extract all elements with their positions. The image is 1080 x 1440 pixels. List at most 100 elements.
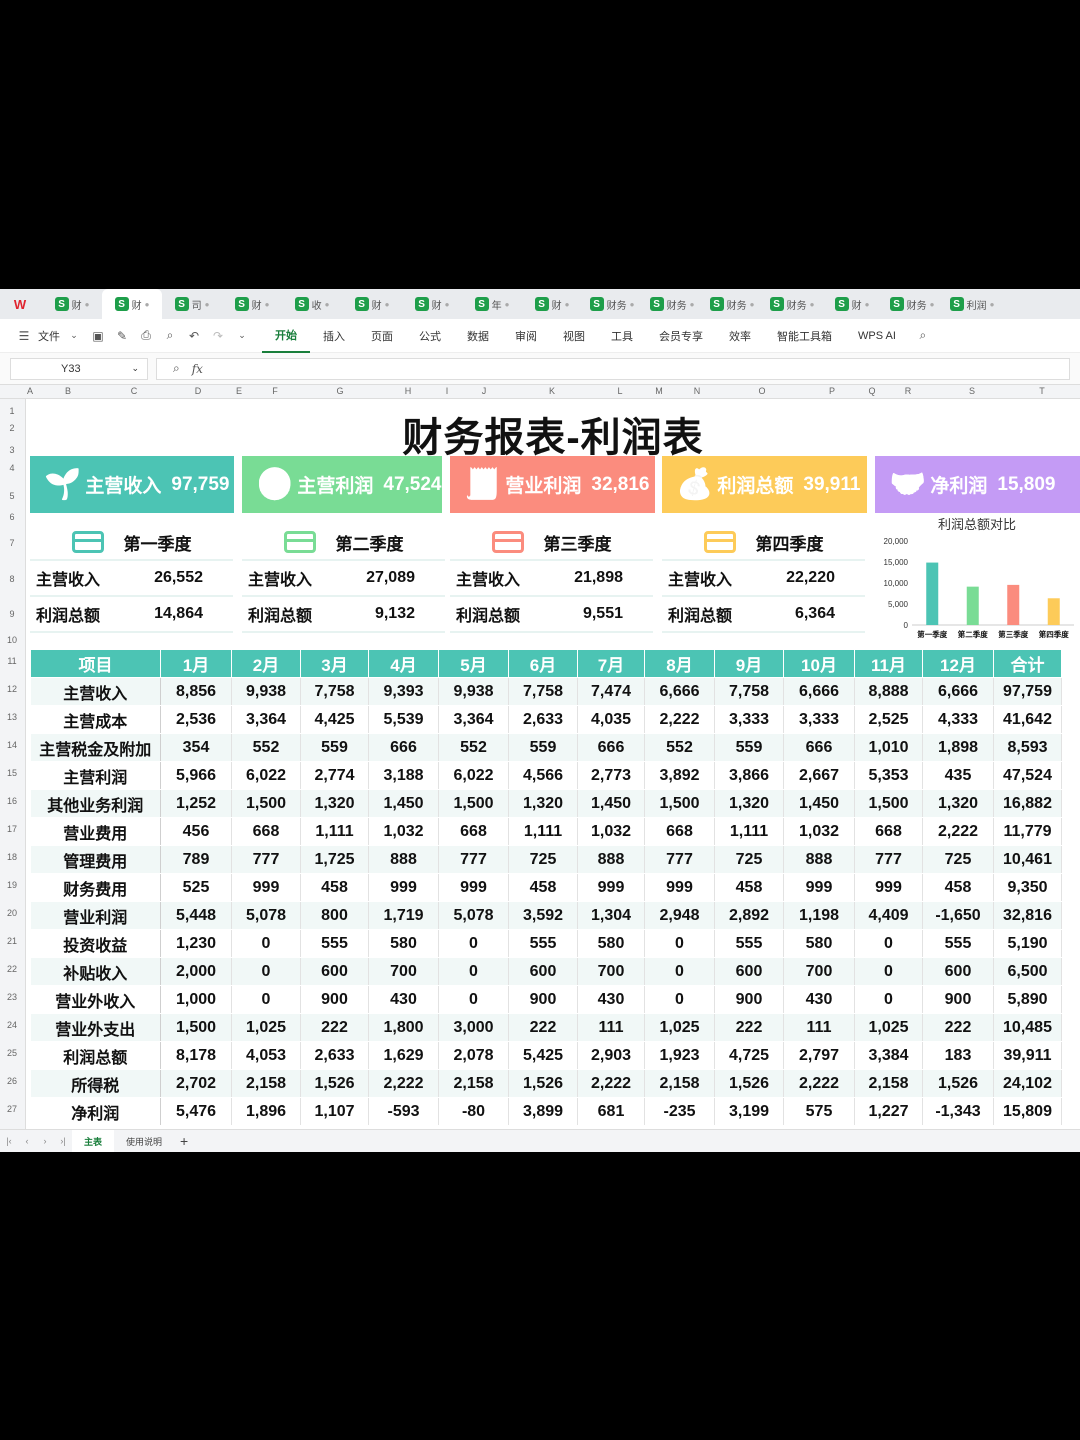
table-cell[interactable]: 1,450 — [577, 789, 645, 818]
next-sheet-icon[interactable]: › — [36, 1136, 54, 1146]
undo-icon[interactable]: ↶ — [184, 329, 204, 343]
table-cell[interactable]: 2,222 — [577, 1069, 645, 1098]
table-cell[interactable]: 435 — [922, 761, 994, 790]
table-cell[interactable]: 725 — [922, 845, 994, 874]
table-cell[interactable]: 2,158 — [854, 1069, 923, 1098]
table-cell[interactable]: 10,461 — [993, 845, 1062, 874]
table-cell[interactable]: 15,809 — [993, 1097, 1062, 1126]
table-cell[interactable]: 888 — [577, 845, 645, 874]
table-cell[interactable]: 559 — [508, 733, 578, 762]
document-tab[interactable]: S 财 ● — [342, 289, 402, 319]
table-cell[interactable]: 725 — [714, 845, 784, 874]
table-cell[interactable]: 97,759 — [993, 677, 1062, 706]
table-cell[interactable]: 666 — [368, 733, 439, 762]
table-cell[interactable]: 580 — [368, 929, 439, 958]
table-cell[interactable]: 0 — [438, 929, 509, 958]
table-cell[interactable]: 4,053 — [231, 1041, 301, 1070]
row-item-label[interactable]: 管理费用 — [30, 845, 161, 874]
table-cell[interactable]: 555 — [508, 929, 578, 958]
table-cell[interactable]: 552 — [438, 733, 509, 762]
table-cell[interactable]: 1,304 — [577, 901, 645, 930]
table-cell[interactable]: 777 — [231, 845, 301, 874]
row-item-label[interactable]: 主营利润 — [30, 761, 161, 790]
table-cell[interactable]: 47,524 — [993, 761, 1062, 790]
table-cell[interactable]: 1,450 — [783, 789, 855, 818]
table-cell[interactable]: 4,425 — [300, 705, 369, 734]
table-cell[interactable]: 1,111 — [508, 817, 578, 846]
table-cell[interactable]: 999 — [783, 873, 855, 902]
table-cell[interactable]: 555 — [922, 929, 994, 958]
document-tab[interactable]: S 财 ● — [402, 289, 462, 319]
profit-comparison-chart[interactable]: 利润总额对比 0 5,000 10,000 15,000 20,000 第一季度 第二季度 第三… — [874, 511, 1080, 641]
table-cell[interactable]: 1,320 — [922, 789, 994, 818]
table-cell[interactable]: 1,526 — [300, 1069, 369, 1098]
table-cell[interactable]: 456 — [160, 817, 232, 846]
print-preview-icon[interactable]: ⌕ — [160, 328, 180, 343]
table-cell[interactable]: 8,178 — [160, 1041, 232, 1070]
table-cell[interactable]: 0 — [231, 957, 301, 986]
table-cell[interactable]: 2,078 — [438, 1041, 509, 1070]
table-cell[interactable]: 6,666 — [783, 677, 855, 706]
table-cell[interactable]: -235 — [644, 1097, 715, 1126]
table-cell[interactable]: 580 — [577, 929, 645, 958]
table-cell[interactable]: 1,025 — [231, 1013, 301, 1042]
table-cell[interactable]: 5,476 — [160, 1097, 232, 1126]
ribbon-tab[interactable]: 会员专享 — [646, 319, 716, 353]
table-cell[interactable]: 24,102 — [993, 1069, 1062, 1098]
table-cell[interactable]: 3,364 — [231, 705, 301, 734]
table-cell[interactable]: 222 — [714, 1013, 784, 1042]
table-cell[interactable]: 552 — [644, 733, 715, 762]
row-item-label[interactable]: 营业利润 — [30, 901, 161, 930]
name-box[interactable]: Y33 ⌄ — [10, 357, 148, 380]
table-cell[interactable]: 1,526 — [922, 1069, 994, 1098]
table-cell[interactable]: 3,000 — [438, 1013, 509, 1042]
table-cell[interactable]: 1,500 — [160, 1013, 232, 1042]
table-cell[interactable]: 559 — [300, 733, 369, 762]
sheet-tab-instructions[interactable]: 使用说明 — [114, 1130, 174, 1153]
table-cell[interactable]: 777 — [644, 845, 715, 874]
table-cell[interactable]: 8,888 — [854, 677, 923, 706]
document-tab[interactable]: S 财务 ● — [762, 289, 822, 319]
table-cell[interactable]: 1,526 — [714, 1069, 784, 1098]
table-cell[interactable]: 5,890 — [993, 985, 1062, 1014]
table-cell[interactable]: 600 — [508, 957, 578, 986]
zoom-icon[interactable]: ⌕ — [173, 361, 180, 376]
document-tab[interactable]: S 司 ● — [162, 289, 222, 319]
table-cell[interactable]: 222 — [508, 1013, 578, 1042]
ribbon-tab[interactable]: 视图 — [550, 319, 598, 353]
table-cell[interactable]: 222 — [300, 1013, 369, 1042]
table-cell[interactable]: 999 — [438, 873, 509, 902]
table-cell[interactable]: 1,032 — [368, 817, 439, 846]
table-cell[interactable]: 999 — [231, 873, 301, 902]
table-cell[interactable]: 183 — [922, 1041, 994, 1070]
first-sheet-icon[interactable]: |‹ — [0, 1136, 18, 1146]
ribbon-tab[interactable]: 审阅 — [502, 319, 550, 353]
fx-icon[interactable]: fx — [192, 362, 203, 376]
table-cell[interactable]: 9,938 — [438, 677, 509, 706]
table-cell[interactable]: 9,938 — [231, 677, 301, 706]
table-cell[interactable]: 4,566 — [508, 761, 578, 790]
table-cell[interactable]: 700 — [783, 957, 855, 986]
document-tab[interactable]: S 财 ● — [42, 289, 102, 319]
table-cell[interactable]: 575 — [783, 1097, 855, 1126]
table-cell[interactable]: 600 — [300, 957, 369, 986]
table-cell[interactable]: 2,892 — [714, 901, 784, 930]
table-cell[interactable]: 2,667 — [783, 761, 855, 790]
row-item-label[interactable]: 补贴收入 — [30, 957, 161, 986]
table-cell[interactable]: 999 — [644, 873, 715, 902]
table-cell[interactable]: 700 — [368, 957, 439, 986]
table-cell[interactable]: 7,758 — [714, 677, 784, 706]
table-cell[interactable]: 0 — [644, 985, 715, 1014]
ribbon-tab[interactable]: 开始 — [262, 319, 310, 353]
table-cell[interactable]: 555 — [300, 929, 369, 958]
table-cell[interactable]: 666 — [577, 733, 645, 762]
table-cell[interactable]: 2,000 — [160, 957, 232, 986]
row-item-label[interactable]: 主营收入 — [30, 677, 161, 706]
search-icon[interactable]: ⌕ — [913, 328, 933, 343]
table-cell[interactable]: 1,450 — [368, 789, 439, 818]
table-cell[interactable]: 32,816 — [993, 901, 1062, 930]
table-cell[interactable]: 1,800 — [368, 1013, 439, 1042]
last-sheet-icon[interactable]: ›| — [54, 1136, 72, 1146]
table-cell[interactable]: 888 — [783, 845, 855, 874]
table-cell[interactable]: 9,350 — [993, 873, 1062, 902]
